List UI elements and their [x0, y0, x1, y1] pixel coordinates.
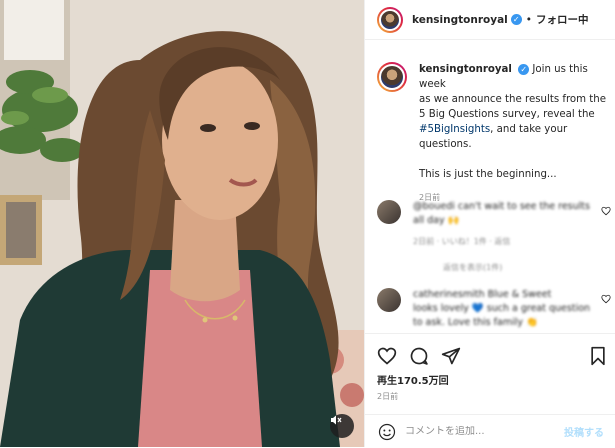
- verified-badge-icon: ✓: [510, 14, 522, 25]
- caption-line: This is just the beginning...: [419, 169, 557, 180]
- instagram-post-modal: kensingtonroyal ✓ • フォロー中 kensingtonroya…: [0, 0, 615, 447]
- post-actions: 再生170.5万回 2日前 投稿する: [365, 333, 615, 447]
- video-frame-illustration: [0, 0, 364, 447]
- comment-icon[interactable]: [409, 346, 429, 366]
- caption-avatar[interactable]: [377, 62, 407, 92]
- comment-avatar[interactable]: [377, 288, 401, 312]
- hashtag-link[interactable]: #5BigInsights: [419, 124, 490, 135]
- following-button[interactable]: フォロー中: [536, 12, 589, 27]
- caption-line: as we announce the results from the: [419, 94, 607, 105]
- post-caption: kensingtonroyal ✓ Join us this week as w…: [377, 62, 607, 203]
- comment-input[interactable]: [405, 426, 564, 437]
- heart-icon[interactable]: [601, 206, 611, 216]
- caption-username[interactable]: kensingtonroyal: [419, 64, 512, 75]
- comment-text: @bouedi can't wait to see the results al…: [413, 201, 590, 226]
- view-count[interactable]: 再生170.5万回: [377, 372, 449, 387]
- caption-line: 5 Big Questions survey, reveal the: [419, 109, 595, 120]
- speaker-muted-icon: [331, 415, 342, 425]
- mute-toggle-button[interactable]: [330, 414, 354, 438]
- separator-dot: •: [525, 13, 532, 26]
- avatar[interactable]: [377, 6, 403, 33]
- verified-badge-icon: ✓: [518, 63, 530, 75]
- emoji-button[interactable]: [377, 422, 397, 442]
- comment-text: catherinesmith Blue & Sweet looks lovely…: [413, 289, 591, 328]
- bookmark-icon[interactable]: [588, 346, 608, 366]
- share-icon[interactable]: [441, 346, 461, 366]
- post-comment-button[interactable]: 投稿する: [564, 424, 604, 439]
- post-header: kensingtonroyal ✓ • フォロー中: [365, 0, 615, 40]
- post-video[interactable]: [0, 0, 364, 447]
- caption-text: kensingtonroyal ✓ Join us this week as w…: [419, 62, 607, 182]
- action-buttons: [377, 346, 461, 366]
- view-replies-link[interactable]: 返信を表示(1件): [443, 262, 502, 273]
- caption-line: questions.: [419, 139, 472, 150]
- comment-meta: 2日前 · いいね！1件 · 返信: [413, 237, 511, 246]
- header-username[interactable]: kensingtonroyal: [412, 14, 508, 26]
- emoji-icon: [378, 423, 396, 440]
- heart-icon[interactable]: [377, 346, 397, 366]
- comment-avatar[interactable]: [377, 200, 401, 224]
- comment-item: @bouedi can't wait to see the results al…: [377, 200, 611, 247]
- comment-item: catherinesmith Blue & Sweet looks lovely…: [377, 288, 611, 330]
- post-timestamp: 2日前: [377, 392, 399, 401]
- post-side-panel: kensingtonroyal ✓ • フォロー中 kensingtonroya…: [364, 0, 615, 447]
- comment-form: 投稿する: [365, 414, 615, 448]
- heart-icon[interactable]: [601, 294, 611, 304]
- caption-line: , and take your: [490, 124, 568, 135]
